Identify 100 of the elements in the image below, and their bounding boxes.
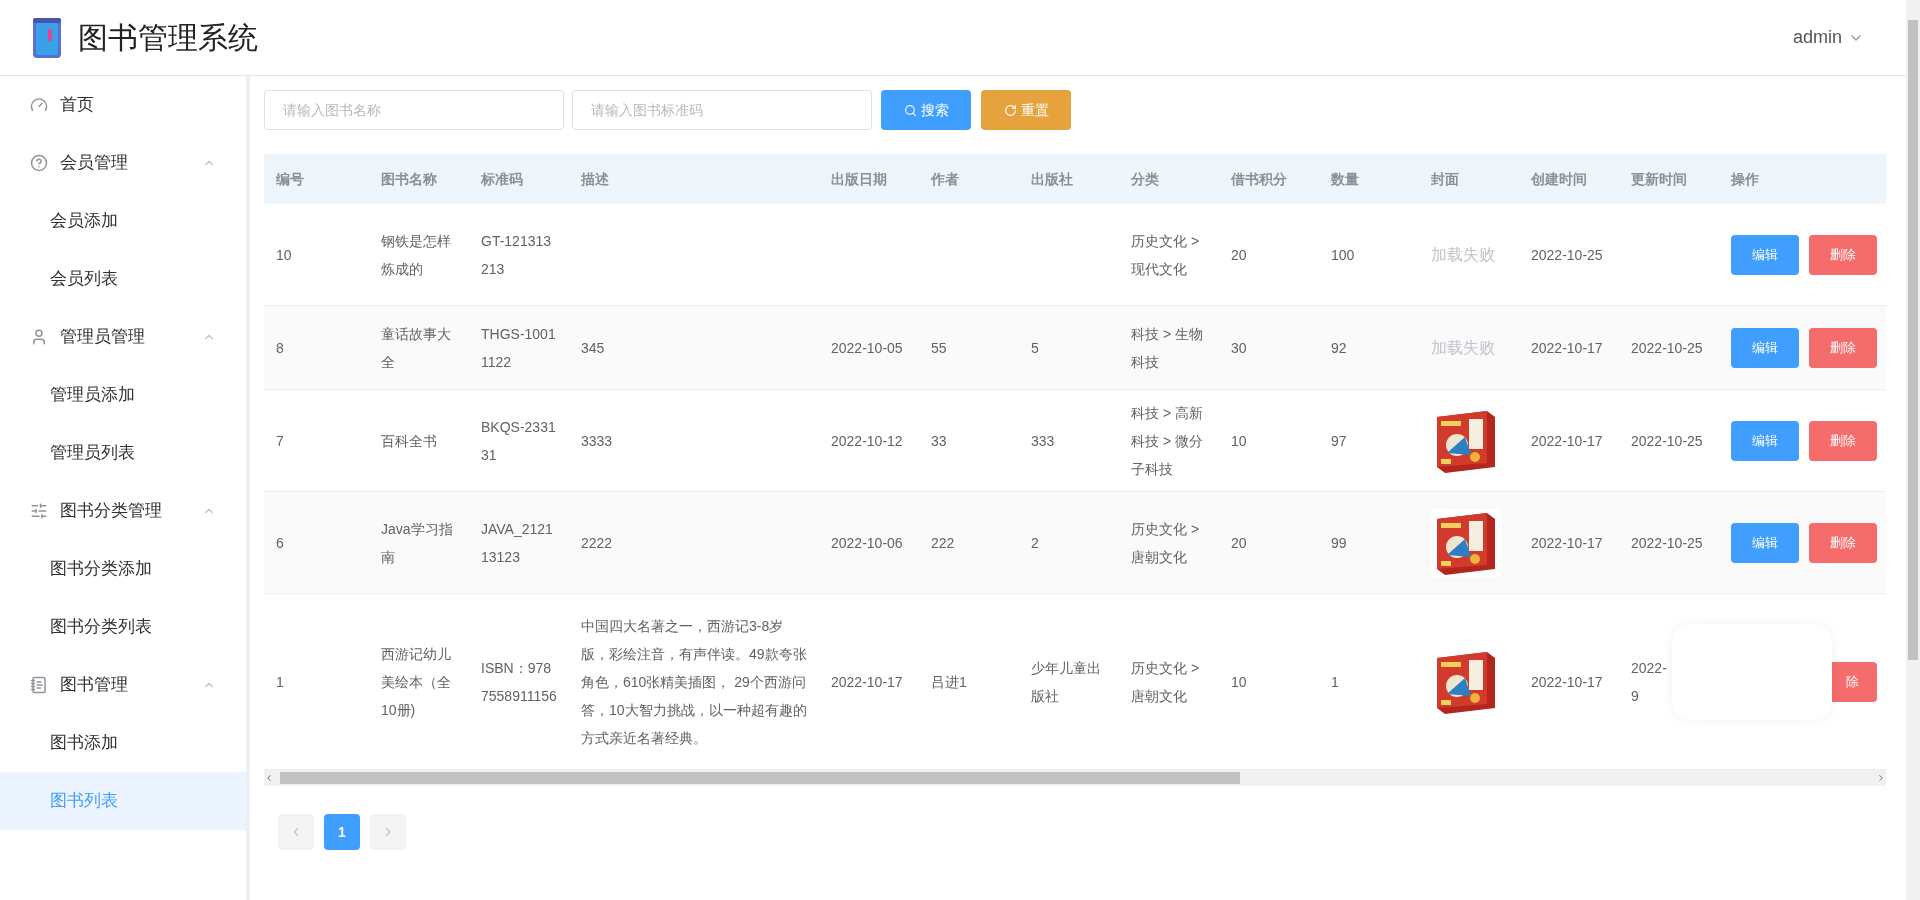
scroll-right-icon [1876, 773, 1886, 783]
menu-item[interactable]: 首页 [0, 76, 246, 134]
submenu-item[interactable]: 会员列表 [0, 250, 246, 308]
horizontal-scrollbar[interactable] [264, 770, 1886, 786]
scroll-left-icon [264, 773, 274, 783]
table-cell: 10 [1231, 673, 1247, 690]
column-header: 图书名称 [381, 170, 437, 187]
menu-group[interactable]: 图书管理 [0, 656, 246, 714]
table-cell: 1 [276, 673, 284, 690]
menu-group[interactable]: 会员管理 [0, 134, 246, 192]
vertical-scrollbar[interactable] [1906, 0, 1920, 900]
table-cell: 2022-10-25 [1531, 246, 1603, 263]
table-cell: 2022-10-17 [1531, 432, 1603, 449]
column-header: 编号 [276, 170, 304, 187]
user-menu[interactable]: admin [1792, 24, 1864, 51]
column-header: 作者 [931, 170, 959, 187]
book-name-field[interactable]: 请输入图书名称 [264, 90, 564, 130]
table-cell: 历史文化 > 现代文化 [1131, 232, 1200, 277]
table-cell: 科技 > 高新科技 > 微分子科技 [1131, 404, 1203, 477]
table-cell: 10 [276, 246, 292, 263]
table-cell: 2022-10-06 [831, 534, 903, 551]
table-cell: 2022-10-17 [1531, 673, 1603, 690]
submenu-item[interactable]: 管理员添加 [0, 366, 246, 424]
menu-group[interactable]: 管理员管理 [0, 308, 246, 366]
table-cell: 7 [276, 432, 284, 449]
column-header: 数量 [1331, 170, 1359, 187]
column-header: 借书积分 [1231, 170, 1287, 187]
table-cell: 10 [1231, 432, 1247, 449]
table-cell: 2222 [581, 534, 613, 551]
column-header: 操作 [1731, 170, 1759, 187]
table-cell: 333 [1031, 432, 1055, 449]
column-header: 描述 [581, 170, 609, 187]
table-cell: 2 [1031, 534, 1039, 551]
table-cell: 97 [1331, 432, 1347, 449]
table-cell: 92 [1331, 339, 1347, 356]
submenu-item[interactable]: 图书分类列表 [0, 598, 246, 656]
table-cell: 3333 [581, 432, 613, 449]
previous-page-button[interactable] [278, 814, 314, 850]
load-failed-text: 加载失败 [1431, 338, 1495, 356]
sliders-icon [30, 502, 48, 520]
table-cell: 1 [1331, 673, 1339, 690]
table-cell: 2022-10-25 [1631, 432, 1703, 449]
help-icon [30, 154, 48, 172]
refresh-icon [1003, 103, 1017, 117]
dashboard-icon [30, 96, 48, 114]
book-logo-icon [32, 16, 62, 59]
table-cell: 6 [276, 534, 284, 551]
table-cell: 钢铁是怎样炼成的 [381, 232, 451, 277]
table-cell: 99 [1331, 534, 1347, 551]
app-title: 图书管理系统 [78, 20, 258, 56]
table-cell: 222 [931, 534, 955, 551]
table-cell: GT-121313213 [481, 232, 552, 277]
table-cell: 5 [1031, 339, 1039, 356]
book-code-field[interactable]: 请输入图书标准码 [572, 90, 872, 130]
next-page-button[interactable] [370, 814, 406, 850]
user-icon [30, 328, 48, 346]
column-header: 标准码 [481, 170, 523, 187]
column-header: 分类 [1131, 170, 1159, 187]
load-failed-text: 加载失败 [1431, 245, 1495, 263]
table-cell: Java学习指南 [381, 520, 453, 565]
table-cell: 历史文化 > 唐朝文化 [1131, 659, 1200, 704]
table-cell: 55 [931, 339, 947, 356]
table-cell: 2022- 9 [1631, 659, 1667, 704]
submenu-item[interactable]: 管理员列表 [0, 424, 246, 482]
table-cell: 西游记幼儿美绘本（全10册) [381, 645, 451, 718]
notebook-icon [30, 676, 48, 694]
table-cell: JAVA_212113123 [481, 520, 553, 565]
table-cell: 少年儿童出版社 [1031, 659, 1101, 704]
table-cell: 科技 > 生物科技 [1131, 325, 1203, 370]
table-cell: 2022-10-25 [1631, 534, 1703, 551]
table-cell: 2022-10-17 [1531, 339, 1603, 356]
table-cell: THGS-10011122 [481, 325, 556, 370]
table-cell: ISBN：9787558911156 [481, 659, 557, 704]
table-cell: 2022-10-25 [1631, 339, 1703, 356]
table-cell: 30 [1231, 339, 1247, 356]
table-cell: 33 [931, 432, 947, 449]
table-cell: 历史文化 > 唐朝文化 [1131, 520, 1200, 565]
search-icon [903, 103, 917, 117]
table-cell: 20 [1231, 534, 1247, 551]
table-cell: 百科全书 [381, 432, 437, 449]
table-cell: 童话故事大全 [381, 325, 451, 370]
submenu-item[interactable]: 图书添加 [0, 714, 246, 772]
column-header: 出版社 [1031, 170, 1073, 187]
submenu-item[interactable]: 图书分类添加 [0, 540, 246, 598]
table-cell: 8 [276, 339, 284, 356]
table-cell: 20 [1231, 246, 1247, 263]
column-header: 创建时间 [1531, 170, 1587, 187]
menu-group[interactable]: 图书分类管理 [0, 482, 246, 540]
table-cell: BKQS-233131 [481, 418, 556, 463]
column-header: 出版日期 [831, 170, 887, 187]
table-cell: 2022-10-17 [1531, 534, 1603, 551]
table-cell: 2022-10-12 [831, 432, 903, 449]
table-cell: 345 [581, 339, 605, 356]
column-header: 更新时间 [1631, 170, 1687, 187]
column-header: 封面 [1431, 170, 1459, 187]
table-cell: 100 [1331, 246, 1355, 263]
table-cell: 2022-10-05 [831, 339, 903, 356]
submenu-item[interactable]: 会员添加 [0, 192, 246, 250]
table-cell: 中国四大名著之一，西游记3-8岁版，彩绘注音，有声伴读。49款夸张角色，610张精美插图， 29个西游问答，10大智力挑战，以一种超有趣的方式亲近名著经典。 [581, 617, 807, 746]
table-cell: 吕进1 [931, 673, 967, 690]
